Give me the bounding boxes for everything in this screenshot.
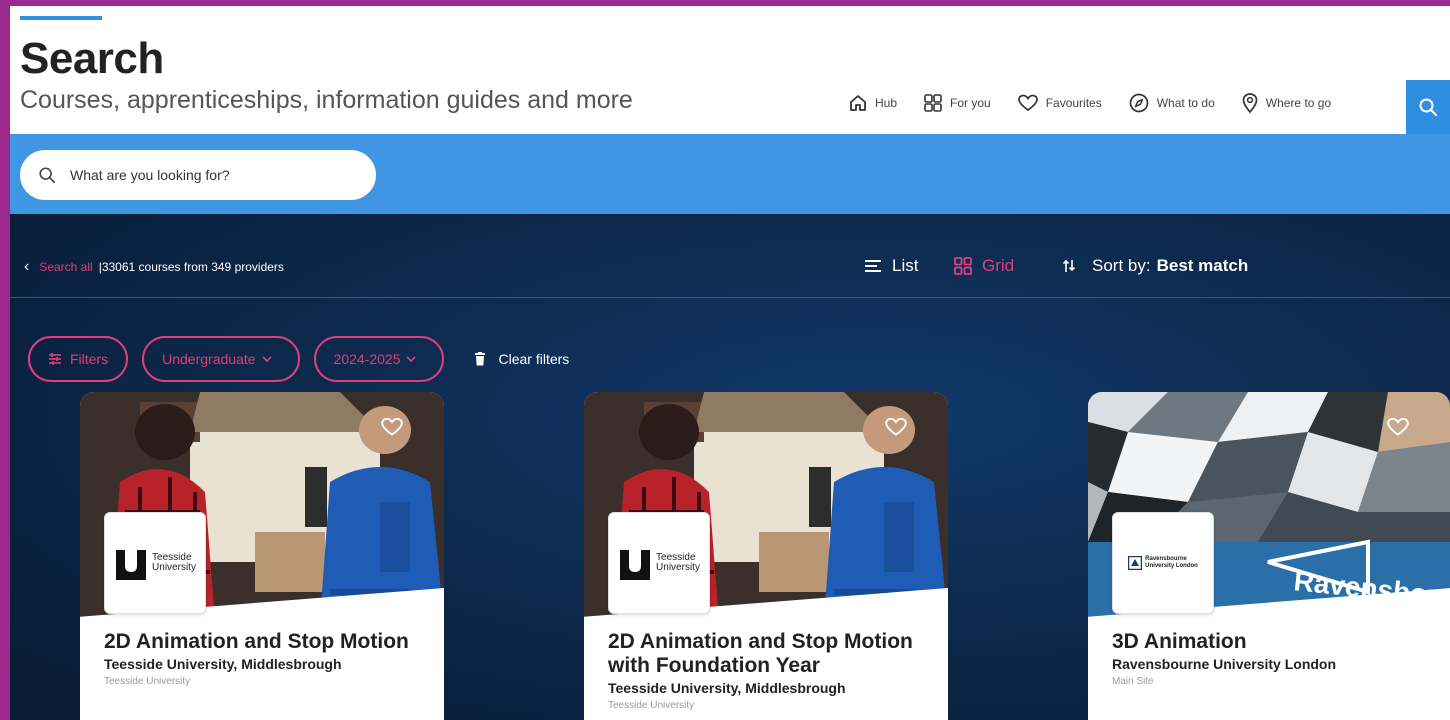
- course-provider: Teesside University, Middlesbrough: [608, 680, 846, 696]
- search-tab-button[interactable]: [1406, 80, 1450, 134]
- level-filter-dropdown[interactable]: Undergraduate: [142, 336, 300, 382]
- results-area: ‹ Search all |33061 courses from 349 pro…: [10, 214, 1450, 720]
- logo-line2: University London: [1145, 563, 1198, 569]
- nav-item-hub[interactable]: Hub: [848, 93, 897, 113]
- sort-dropdown[interactable]: Sort by: Best match: [1062, 256, 1248, 276]
- results-count: |33061 courses from 349 providers: [98, 260, 284, 274]
- heart-icon: [1387, 417, 1409, 436]
- sort-value: Best match: [1156, 256, 1249, 275]
- list-icon: [865, 260, 881, 272]
- course-provider: Teesside University, Middlesbrough: [104, 656, 342, 672]
- course-title[interactable]: 2D Animation and Stop Motion: [104, 630, 434, 654]
- course-site: Main Site: [1112, 676, 1154, 687]
- nav-item-label: For you: [950, 96, 991, 110]
- sort-label: Sort by:: [1092, 256, 1151, 275]
- logo-line2: University: [152, 562, 196, 573]
- location-pin-icon: [1242, 93, 1258, 114]
- course-title[interactable]: 2D Animation and Stop Motion with Founda…: [608, 630, 938, 678]
- filters-label: Filters: [70, 351, 109, 367]
- teesside-logo-mark: [620, 550, 651, 580]
- page-subtitle: Courses, apprenticeships, information gu…: [20, 86, 633, 114]
- year-filter-value: 2024-2025: [333, 351, 401, 367]
- page-title: Search: [20, 34, 164, 83]
- site-header: Search Courses, apprenticeships, informa…: [10, 6, 1450, 134]
- logo-line1: Ravensbourne: [1145, 556, 1187, 562]
- app-window: Search Courses, apprenticeships, informa…: [10, 6, 1450, 720]
- chevron-left-icon: ‹: [24, 258, 30, 275]
- ravensbourne-logo-mark: [1128, 556, 1143, 570]
- clear-filters-label: Clear filters: [498, 351, 570, 367]
- logo-line2: University: [656, 562, 700, 573]
- search-icon: [1419, 98, 1437, 116]
- course-card[interactable]: Teesside University 2D Animation and Stop…: [584, 392, 948, 720]
- course-site: Teesside University: [608, 700, 695, 711]
- nav-item-label: Where to go: [1265, 96, 1332, 110]
- view-grid-button[interactable]: Grid: [954, 256, 1014, 276]
- clear-filters-button[interactable]: Clear filters: [474, 351, 569, 367]
- chevron-down-icon: [261, 356, 272, 363]
- search-strip: [10, 134, 1450, 214]
- view-list-label: List: [892, 256, 919, 275]
- view-list-button[interactable]: List: [864, 256, 918, 276]
- sliders-icon: [49, 353, 61, 365]
- filters-row: Filters Undergraduate 2024-2025 Clear fi…: [28, 336, 569, 382]
- year-filter-dropdown[interactable]: 2024-2025: [313, 336, 445, 382]
- filters-button[interactable]: Filters: [28, 336, 129, 382]
- nav-item-label: What to do: [1156, 96, 1215, 110]
- compass-icon: [1129, 93, 1149, 113]
- chevron-down-icon: [406, 356, 417, 363]
- trash-icon: [475, 352, 486, 366]
- nav-item-label: Favourites: [1045, 96, 1102, 110]
- grid-icon: [954, 257, 972, 275]
- favourite-toggle[interactable]: [1386, 416, 1410, 443]
- nav-item-what-to-do[interactable]: What to do: [1128, 92, 1215, 114]
- nav-item-for-you[interactable]: For you: [923, 93, 991, 113]
- heart-icon: [381, 417, 403, 436]
- nav-item-where-to-go[interactable]: Where to go: [1241, 92, 1331, 114]
- search-all-link[interactable]: Search all: [39, 260, 92, 274]
- search-box[interactable]: [20, 150, 376, 200]
- heart-icon: [1017, 94, 1038, 112]
- nav-item-favourites[interactable]: Favourites: [1017, 93, 1102, 113]
- results-toolbar: ‹ Search all |33061 courses from 349 pro…: [10, 214, 1450, 298]
- search-input[interactable]: [70, 167, 330, 183]
- level-filter-value: Undergraduate: [162, 351, 256, 367]
- course-provider: Ravensbourne University London: [1112, 656, 1337, 672]
- home-icon: [850, 95, 866, 111]
- teesside-logo-mark: [116, 550, 147, 580]
- course-title[interactable]: 3D Animation: [1112, 630, 1442, 654]
- provider-logo: Ravensbourne University London: [1112, 512, 1214, 614]
- search-icon: [39, 167, 56, 184]
- course-site: Teesside University: [104, 676, 191, 687]
- favourite-toggle[interactable]: [884, 416, 908, 443]
- grid-icon: [924, 94, 942, 112]
- heart-icon: [885, 417, 907, 436]
- title-accent-bar: [20, 16, 102, 20]
- favourite-toggle[interactable]: [380, 416, 404, 443]
- sort-arrows-icon: [1062, 259, 1076, 272]
- provider-logo: Teesside University: [608, 512, 710, 614]
- provider-logo: Teesside University: [104, 512, 206, 614]
- course-card[interactable]: Teesside University 2D Animation and Stop…: [80, 392, 444, 720]
- back-link[interactable]: ‹ Search all |33061 courses from 349 pro…: [24, 258, 284, 276]
- course-card[interactable]: Ravensbou Ravensbourne University London …: [1088, 392, 1450, 720]
- top-navigation: Hub For you Favourites What to do Where …: [848, 92, 1357, 114]
- view-grid-label: Grid: [982, 256, 1015, 275]
- nav-item-label: Hub: [875, 96, 898, 110]
